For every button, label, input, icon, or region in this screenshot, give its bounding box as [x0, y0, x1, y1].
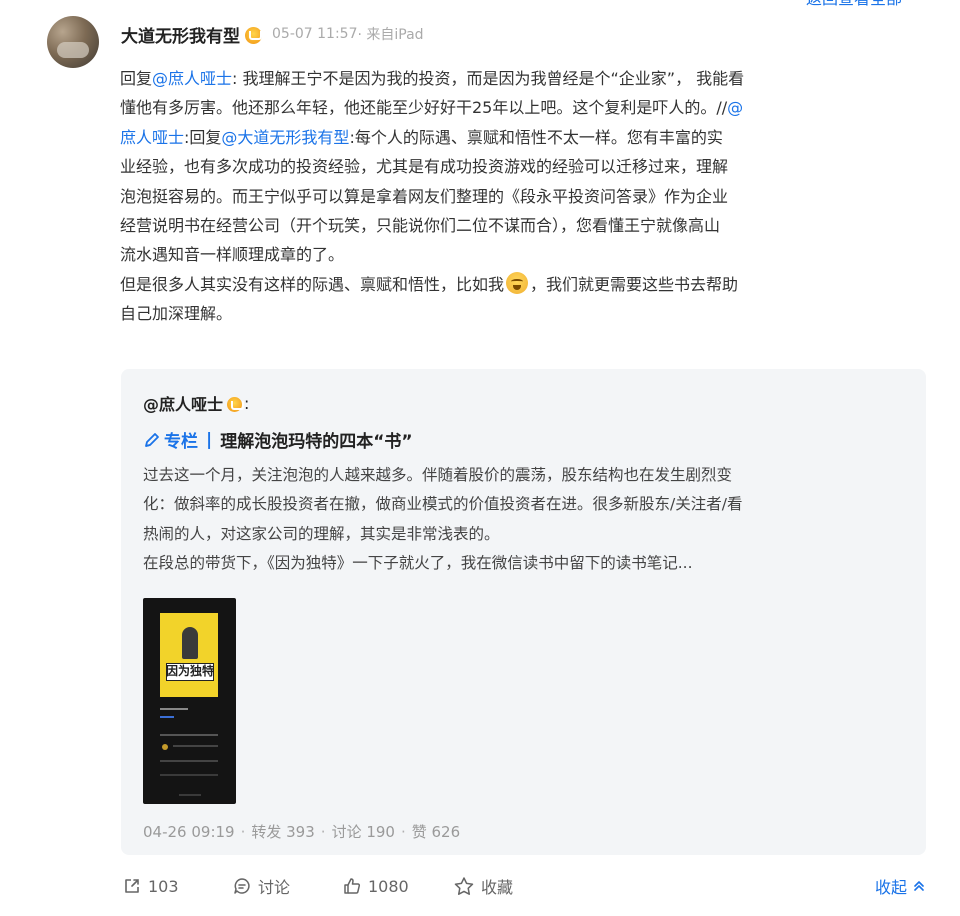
post-body-line: 回复@庶人哑士: 我理解王宁不是因为我的投资，而是因为我曾经是个“企业家”， 我…	[120, 64, 932, 93]
like-button[interactable]: 1080	[342, 872, 409, 900]
post-body-line: 自己加深理解。	[120, 299, 932, 328]
repost-card[interactable]: @庶人哑士 : 专栏 | 理解泡泡玛特的四本“书” 过去这一个月，关注泡泡的人越…	[121, 369, 926, 855]
repost-like-count[interactable]: 赞 626	[412, 823, 460, 841]
collapse-label: 收起	[874, 878, 907, 897]
laughing-crying-emoji	[506, 271, 529, 294]
pen-icon	[145, 432, 159, 447]
post-body-text: 经营说明书在经营公司（开个玩笑，只能说你们二位不谋而合），您看懂王宁就像高山	[120, 215, 721, 235]
thumb-text-line	[173, 745, 218, 747]
share-button[interactable]: 103	[122, 872, 179, 900]
column-tag: 专栏	[164, 432, 198, 452]
post-body-text: :回复	[184, 127, 222, 147]
post-body: 回复@庶人哑士: 我理解王宁不是因为我的投资，而是因为我曾经是个“企业家”， 我…	[120, 64, 932, 329]
post-body-line: 业经验，也有多次成功的投资经验，尤其是有成功投资游戏的经验可以迁移过来，理解	[120, 152, 932, 181]
repost-author-line: @庶人哑士 :	[143, 391, 249, 415]
repost-author-colon: :	[244, 393, 250, 413]
comment-icon	[234, 878, 250, 894]
action-bar: 103 讨论 1080 收藏 收起	[122, 872, 932, 900]
thumb-text-line	[160, 708, 188, 710]
thumbs-up-icon	[344, 878, 361, 894]
vip-badge-icon	[245, 26, 262, 44]
post-body-text: : 我理解王宁不是因为我的投资，而是因为我曾经是个“企业家”， 我能看	[232, 69, 745, 88]
post-body-text: 业经验，也有多次成功的投资经验，尤其是有成功投资游戏的经验可以迁移过来，理解	[120, 157, 729, 177]
post-body-text: 回复	[120, 69, 153, 88]
post-body-text: 懂他有多厉害。他还那么年轻，他还能至少好好干25年以上吧。这个复利是吓人的。//	[120, 98, 728, 118]
user-mention-link[interactable]: @大道无形我有型	[221, 128, 349, 147]
repost-text-line: 化：做斜率的成长股投资者在撤，做商业模式的价值投资者在进。很多新股东/关注者/看	[143, 495, 743, 514]
like-count: 1080	[368, 876, 409, 896]
avatar[interactable]	[47, 16, 99, 68]
star-icon	[454, 877, 474, 895]
column-separator: |	[206, 429, 213, 450]
thumb-text-line	[160, 760, 218, 762]
book-cover-title: 因为独特	[166, 664, 215, 678]
post-header: 大道无形我有型 05-07 11:57 · 来自iPad	[121, 22, 424, 47]
column-title[interactable]: 理解泡泡玛特的四本“书”	[220, 427, 412, 452]
favorite-label: 收藏	[481, 878, 514, 897]
post-body-line: 懂他有多厉害。他还那么年轻，他还能至少好好干25年以上吧。这个复利是吓人的。//…	[120, 93, 932, 122]
repost-text-line: 在段总的带货下，《因为独特》一下子就火了，我在微信读书中留下的读书笔记...	[143, 554, 693, 573]
thumb-text-line	[160, 774, 218, 776]
post-source: · 来自iPad	[357, 27, 424, 43]
repost-repost-count[interactable]: 转发 393	[251, 823, 314, 841]
chevron-double-up-icon	[914, 881, 924, 891]
post-body-line: 泡泡挺容易的。而王宁似乎可以算是拿着网友们整理的《段永平投资问答录》作为企业	[120, 182, 932, 211]
post-body-text: 自己加深理解。	[120, 304, 233, 324]
post-body-text: 泡泡挺容易的。而王宁似乎可以算是拿着网友们整理的《段永平投资问答录》作为企业	[120, 186, 729, 206]
column-link[interactable]: 专栏 | 理解泡泡玛特的四本“书”	[143, 427, 413, 452]
post-body-line: 庶人哑士:回复@大道无形我有型:每个人的际遇、禀赋和悟性不太一样。您有丰富的实	[120, 123, 932, 152]
thumb-text-line	[179, 794, 201, 796]
view-all-link[interactable]: 返回查看全部	[806, 0, 902, 9]
book-cover: 因为独特	[160, 613, 218, 697]
author-name[interactable]: 大道无形我有型	[121, 22, 240, 47]
collapse-button[interactable]: 收起	[875, 872, 926, 900]
post-body-text: 流水遇知音一样顺理成章的了。	[120, 245, 345, 265]
comment-button[interactable]: 讨论	[232, 872, 290, 900]
user-mention-link[interactable]: 庶人哑士	[120, 128, 184, 147]
post-body-text: ，我们就更需要这些书去帮助	[530, 274, 739, 294]
post-body-text: :每个人的际遇、禀赋和悟性不太一样。您有丰富的实	[349, 127, 723, 147]
repost-text: 过去这一个月，关注泡泡的人越来越多。伴随着股价的震荡，股东结构也在发生剧烈变 化…	[143, 461, 903, 579]
repost-text-line: 过去这一个月，关注泡泡的人越来越多。伴随着股价的震荡，股东结构也在发生剧烈变	[143, 466, 733, 484]
user-mention-link[interactable]: @	[727, 98, 743, 117]
share-count: 103	[148, 876, 179, 896]
post-body-line: 流水遇知音一样顺理成章的了。	[120, 240, 932, 269]
post-body-line: 但是很多人其实没有这样的际遇、禀赋和悟性，比如我 ，我们就更需要这些书去帮助	[120, 270, 932, 299]
book-cover-figure	[182, 627, 198, 659]
repost-text-line: 热闹的人，对这家公司的理解，其实是非常浅表的。	[143, 524, 500, 543]
user-mention-link[interactable]: @庶人哑士	[152, 69, 232, 88]
vip-badge-icon	[227, 396, 245, 412]
repost-comment-count[interactable]: 讨论 190	[332, 823, 395, 841]
post-body-line: 经营说明书在经营公司（开个玩笑，只能说你们二位不谋而合），您看懂王宁就像高山	[120, 211, 932, 240]
thumb-badge	[162, 744, 168, 750]
comment-label: 讨论	[258, 878, 291, 897]
share-icon	[125, 879, 139, 893]
repost-time[interactable]: 04-26 09:19	[143, 823, 235, 841]
thumb-text-line	[160, 734, 218, 736]
book-screenshot-image[interactable]: 因为独特	[143, 598, 236, 804]
repost-stats: 04-26 09:19 · 转发 393 · 讨论 190 · 赞 626	[143, 823, 461, 841]
post-body-text: 但是很多人其实没有这样的际遇、禀赋和悟性，比如我	[120, 274, 505, 294]
favorite-button[interactable]: 收藏	[453, 872, 513, 900]
post-time[interactable]: 05-07 11:57	[272, 26, 357, 42]
repost-author-name[interactable]: @庶人哑士	[143, 391, 223, 415]
thumb-text-line	[160, 716, 174, 718]
